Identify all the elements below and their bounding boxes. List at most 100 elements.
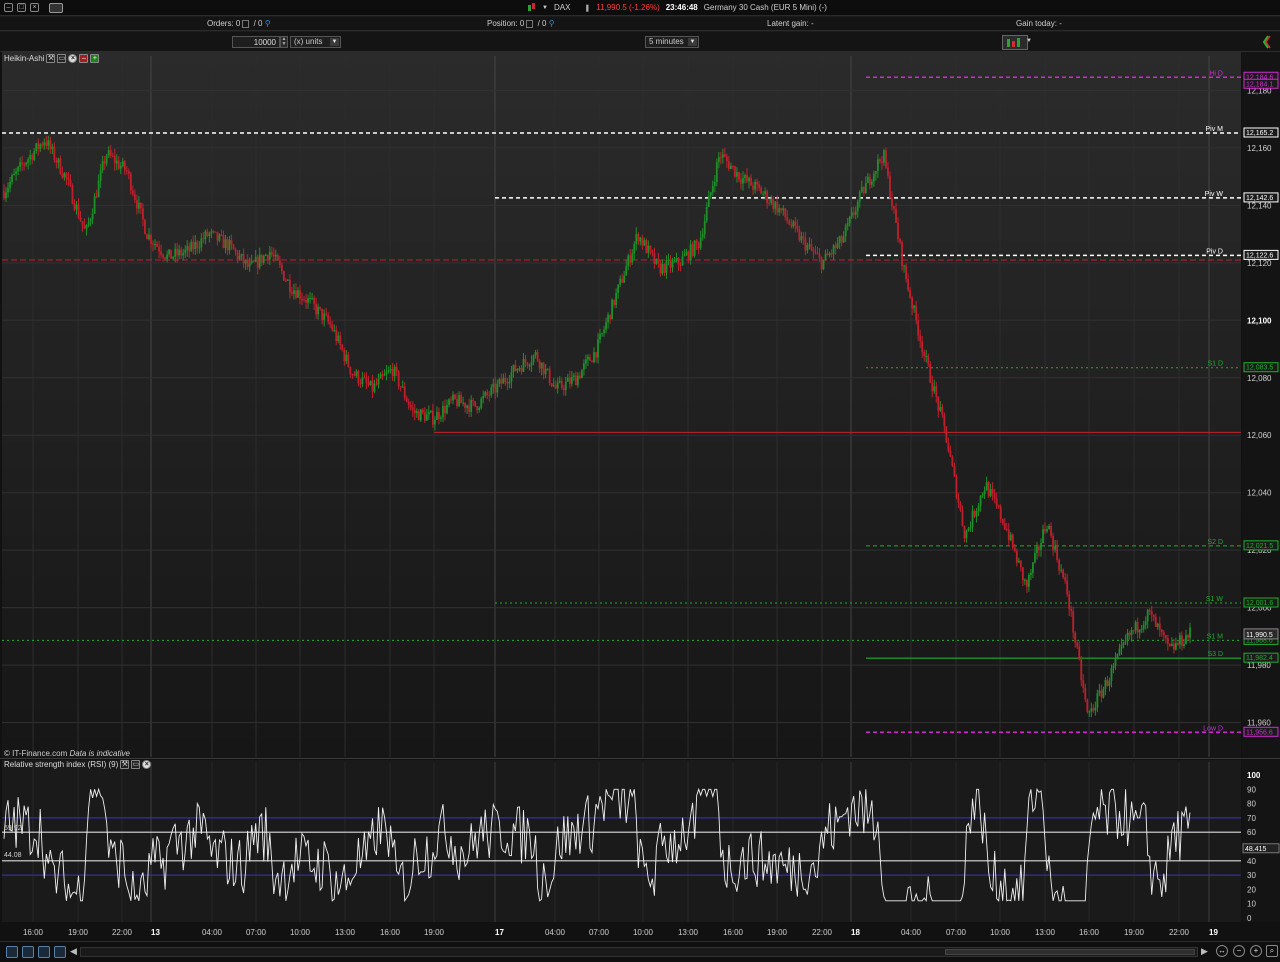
candle-body: [969, 526, 972, 529]
candle-body: [154, 244, 156, 246]
candle-body: [941, 406, 944, 415]
latent-gain: Latent gain: -: [767, 19, 814, 28]
candle-body: [717, 156, 720, 163]
window-icon[interactable]: ▭: [131, 760, 141, 769]
position-value: 0: [519, 19, 525, 28]
candle-body: [1100, 690, 1103, 698]
candle-body: [454, 394, 456, 399]
candle-body: [377, 378, 380, 385]
dropdown-icon[interactable]: ▼: [542, 5, 548, 11]
instrument-name[interactable]: DAX: [554, 3, 570, 12]
candle-body: [250, 260, 253, 264]
wrench-icon[interactable]: ⚒: [120, 760, 130, 769]
candle-body: [742, 178, 744, 184]
orders-stat[interactable]: Orders: 0 / 0 ⚲: [207, 19, 271, 28]
candle-body: [657, 258, 660, 264]
candle-body: [206, 231, 209, 237]
settings-icon[interactable]: [54, 946, 66, 958]
chart-canvas[interactable]: 12,18012,16012,14012,12012,10012,08012,0…: [0, 52, 1280, 941]
candle-body: [460, 395, 462, 404]
scroll-right-icon[interactable]: ▶: [1201, 946, 1208, 957]
candle-body: [498, 379, 501, 384]
candle-body: [351, 374, 354, 376]
timeframe-select[interactable]: 5 minutes ▼: [645, 36, 699, 48]
zoom-in-icon[interactable]: +: [1250, 945, 1262, 957]
candle-body: [482, 395, 485, 399]
keyboard-icon[interactable]: [49, 3, 63, 13]
candle-body: [653, 253, 656, 264]
candle-body: [583, 363, 585, 370]
unit-mode-select[interactable]: (x) units ▼: [290, 36, 341, 48]
zoom-fit-icon[interactable]: ↔: [1216, 945, 1228, 957]
candle-body: [361, 377, 364, 384]
binoculars-icon[interactable]: ⚲: [265, 19, 271, 28]
candle-body: [1058, 559, 1061, 571]
candle-body: [272, 254, 275, 257]
maximize-icon[interactable]: □: [17, 3, 26, 12]
quantity-input[interactable]: [232, 36, 280, 48]
wrench-icon[interactable]: ⚒: [46, 54, 56, 63]
candle-body: [258, 254, 261, 268]
candle-body: [615, 292, 618, 306]
close-icon[interactable]: ×: [68, 54, 78, 63]
candle-body: [778, 208, 781, 213]
candle-body: [1168, 643, 1171, 646]
candle-body: [399, 386, 402, 388]
chevron-down-icon[interactable]: ▼: [1026, 38, 1032, 44]
candle-body: [552, 385, 555, 387]
binoculars-icon[interactable]: ⚲: [549, 19, 555, 28]
candle-body: [695, 240, 698, 244]
candle-body: [373, 383, 376, 392]
scroll-left-icon[interactable]: ◀: [70, 946, 77, 957]
zoom-reset-icon[interactable]: ⌕: [1266, 945, 1278, 957]
position-stat[interactable]: Position: 0 / 0 ⚲: [487, 19, 555, 28]
candle-body: [667, 259, 670, 261]
candle-body: [63, 173, 66, 178]
close-icon[interactable]: ×: [142, 760, 152, 769]
candle-body: [663, 263, 666, 273]
toggle-panel-icon[interactable]: [1260, 35, 1272, 49]
zoom-out-icon[interactable]: −: [1233, 945, 1245, 957]
candle-body: [158, 246, 160, 252]
scrollbar-thumb[interactable]: [945, 949, 1195, 955]
candle-body: [105, 155, 108, 164]
candle-body: [226, 239, 229, 251]
candle-body: [973, 510, 976, 517]
candle-body: [107, 150, 110, 156]
candle-body: [689, 244, 692, 261]
level-label-high_d: Hi D: [1209, 70, 1223, 77]
candle-body: [389, 369, 392, 371]
candle-body: [752, 185, 754, 190]
maximize-panel-icon[interactable]: +: [90, 54, 100, 63]
minimize-panel-icon[interactable]: –: [79, 54, 89, 63]
window-icon[interactable]: ▭: [57, 54, 67, 63]
refresh-icon[interactable]: [6, 946, 18, 958]
candle-body: [492, 383, 495, 388]
quantity-stepper[interactable]: ▲ ▼: [280, 36, 288, 48]
candle-body: [669, 259, 672, 268]
candle-body: [1064, 577, 1067, 581]
candle-body: [899, 238, 901, 242]
pause-icon[interactable]: ❚: [584, 4, 590, 12]
candle-body: [782, 208, 785, 211]
candle-body: [1019, 560, 1022, 568]
candle-body: [943, 414, 946, 427]
candle-body: [129, 173, 132, 191]
candle-body: [574, 375, 577, 386]
candle-body: [860, 187, 863, 192]
minimize-icon[interactable]: –: [4, 3, 13, 12]
chart-type-button[interactable]: [1002, 35, 1028, 50]
time-tick-label: 07:00: [246, 928, 267, 937]
candle-body: [1142, 625, 1145, 629]
jump-end-icon[interactable]: [38, 946, 50, 958]
time-tick-label: 19: [1209, 928, 1218, 937]
time-scrollbar[interactable]: [80, 947, 1198, 957]
candle-body: [69, 179, 72, 186]
candle-body: [540, 362, 543, 369]
rsi-axis-area: [1242, 760, 1280, 922]
jump-start-icon[interactable]: [22, 946, 34, 958]
candle-body: [212, 231, 215, 233]
candle-body: [828, 253, 831, 256]
candle-body: [127, 171, 130, 174]
close-icon[interactable]: ×: [30, 3, 39, 12]
